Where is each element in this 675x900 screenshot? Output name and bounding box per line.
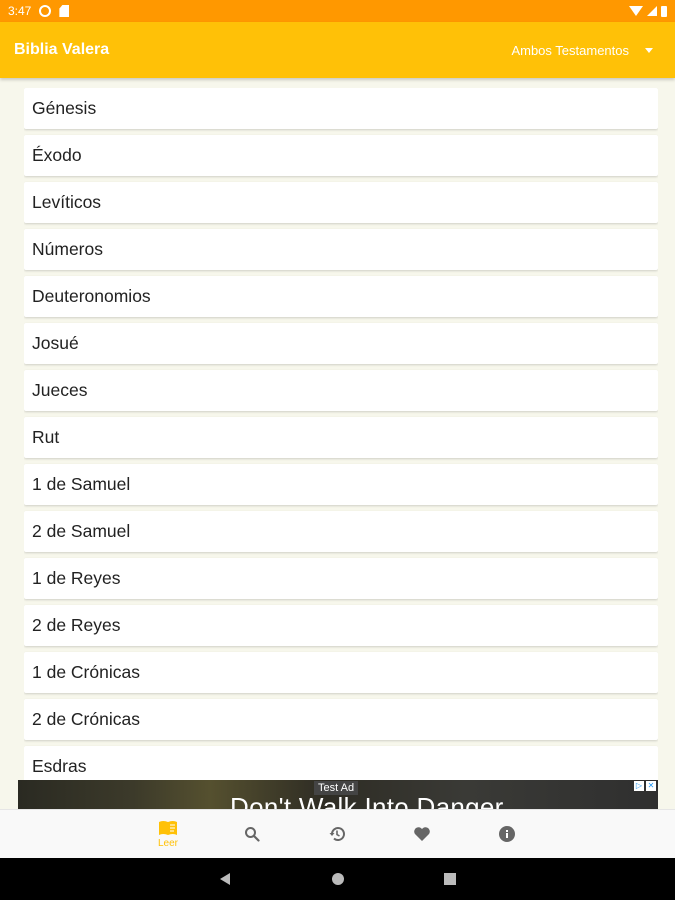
- nav-history[interactable]: [309, 810, 365, 858]
- testament-selected-value: Ambos Testamentos: [511, 42, 629, 58]
- book-item-2-cronicas[interactable]: 2 de Crónicas: [24, 699, 658, 740]
- book-label: Josué: [32, 333, 79, 353]
- wifi-icon: [629, 6, 643, 16]
- status-time: 3:47: [8, 4, 32, 18]
- home-circle-icon: [332, 873, 344, 885]
- book-item-rut[interactable]: Rut: [24, 417, 658, 458]
- book-label: Números: [32, 239, 103, 259]
- app-bar: Biblia Valera Ambos Testamentos: [0, 22, 675, 78]
- book-item-exodo[interactable]: Éxodo: [24, 135, 658, 176]
- nav-info[interactable]: [479, 810, 535, 858]
- book-item-2-reyes[interactable]: 2 de Reyes: [24, 605, 658, 646]
- nav-read[interactable]: Leer: [140, 810, 196, 858]
- book-item-genesis[interactable]: Génesis: [24, 88, 658, 129]
- book-item-jueces[interactable]: Jueces: [24, 370, 658, 411]
- info-icon: [499, 826, 515, 842]
- book-item-1-reyes[interactable]: 1 de Reyes: [24, 558, 658, 599]
- ad-close-icon[interactable]: ✕: [646, 781, 656, 791]
- book-label: 1 de Reyes: [32, 568, 121, 588]
- book-label: 2 de Crónicas: [32, 709, 140, 729]
- home-button[interactable]: [317, 858, 359, 900]
- recents-square-icon: [444, 873, 456, 885]
- ad-info-icon[interactable]: ▷: [634, 781, 644, 791]
- heart-icon: [414, 827, 430, 841]
- nav-read-label: Leer: [157, 837, 178, 849]
- app-notification-icon: [39, 5, 52, 17]
- nav-favorites[interactable]: [394, 810, 450, 858]
- status-bar: 3:47: [0, 0, 675, 22]
- back-triangle-icon: [220, 873, 230, 885]
- book-item-esdras[interactable]: Esdras: [24, 746, 658, 780]
- ad-choices-icon[interactable]: ▷ ✕: [634, 781, 656, 791]
- book-label: 2 de Reyes: [32, 615, 121, 635]
- dropdown-arrow-icon: [645, 47, 653, 53]
- book-label: Levíticos: [32, 192, 102, 212]
- ad-banner[interactable]: Test Ad Don't Walk Into Danger ▷ ✕: [18, 780, 658, 809]
- book-label: Génesis: [32, 98, 97, 118]
- recents-button[interactable]: [429, 858, 471, 900]
- book-label: 1 de Crónicas: [32, 662, 140, 682]
- book-list[interactable]: Génesis Éxodo Levíticos Números Deuteron…: [24, 88, 658, 780]
- signal-icon: [647, 6, 657, 16]
- system-nav-bar: [0, 858, 675, 900]
- bottom-nav: Leer: [0, 809, 675, 858]
- book-item-leviticos[interactable]: Levíticos: [24, 182, 658, 223]
- book-label: Deuteronomios: [32, 286, 151, 306]
- ad-headline: Don't Walk Into Danger: [230, 792, 504, 809]
- book-label: Esdras: [32, 756, 87, 776]
- book-item-deuteronomios[interactable]: Deuteronomios: [24, 276, 658, 317]
- app-title: Biblia Valera: [14, 41, 110, 58]
- nav-search[interactable]: [224, 810, 280, 858]
- book-label: Éxodo: [32, 145, 82, 165]
- book-item-numeros[interactable]: Números: [24, 229, 658, 270]
- testament-dropdown[interactable]: Ambos Testamentos: [511, 43, 661, 58]
- book-label: 2 de Samuel: [32, 521, 131, 541]
- book-label: Jueces: [32, 380, 88, 400]
- book-item-1-cronicas[interactable]: 1 de Crónicas: [24, 652, 658, 693]
- book-item-1-samuel[interactable]: 1 de Samuel: [24, 464, 658, 505]
- book-open-icon: [159, 820, 177, 835]
- sd-card-icon: [59, 5, 70, 17]
- book-label: Rut: [32, 427, 60, 447]
- back-button[interactable]: [204, 858, 246, 900]
- battery-icon: [661, 5, 667, 17]
- history-icon: [329, 827, 345, 842]
- book-item-josue[interactable]: Josué: [24, 323, 658, 364]
- search-icon: [245, 827, 260, 842]
- book-item-2-samuel[interactable]: 2 de Samuel: [24, 511, 658, 552]
- book-label: 1 de Samuel: [32, 474, 131, 494]
